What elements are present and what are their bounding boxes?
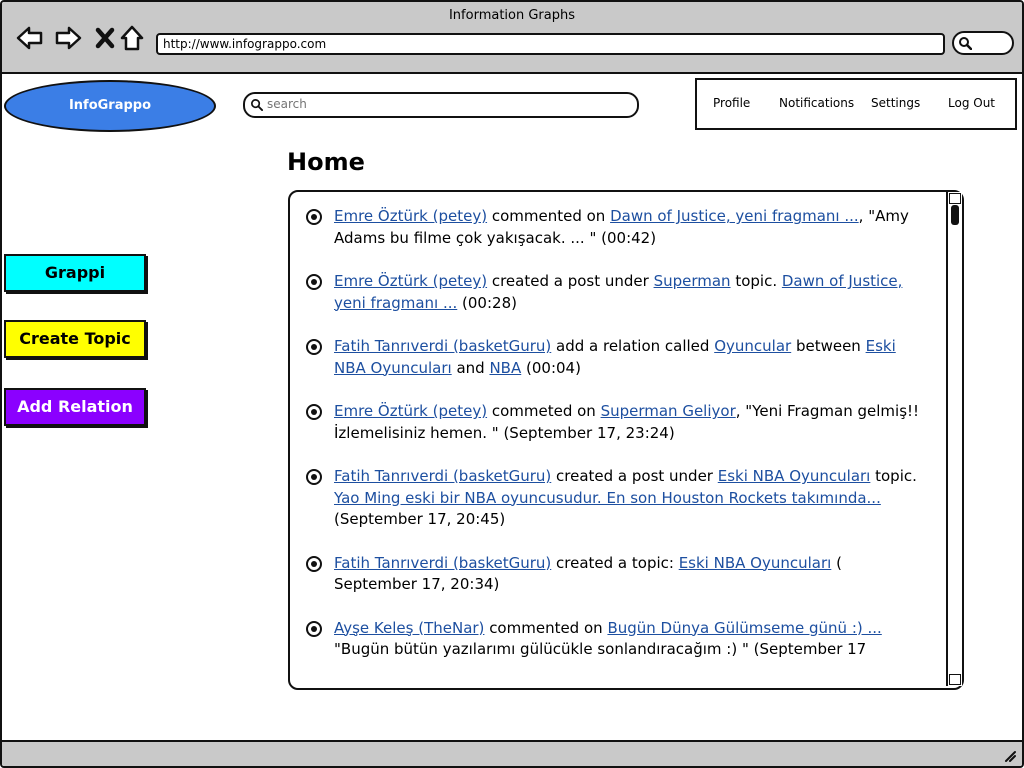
feed-text: commented on <box>484 618 608 637</box>
search-icon <box>959 37 972 50</box>
radio-bullet-icon <box>306 339 322 355</box>
feed-text: "Bugün bütün yazılarımı gülücükle sonlan… <box>334 640 867 658</box>
page-title: Home <box>287 148 365 176</box>
radio-bullet-icon <box>306 620 322 637</box>
back-arrow-icon[interactable] <box>16 24 44 52</box>
feed-scrollbar[interactable] <box>946 192 962 686</box>
search-input[interactable] <box>267 96 617 112</box>
user-menu: Profile Notifications Settings Log Out <box>695 78 1017 130</box>
browser-toolbar: Information Graphs http://www.infograppo… <box>2 2 1022 74</box>
feed-text: commeted on <box>487 402 601 420</box>
radio-bullet-icon <box>306 209 322 225</box>
feed-link[interactable]: Yao Ming eski bir NBA oyuncusudur. En so… <box>334 489 881 507</box>
address-bar[interactable]: http://www.infograppo.com <box>156 33 945 55</box>
add-relation-button[interactable]: Add Relation <box>4 388 146 426</box>
feed-text: topic. <box>730 272 782 290</box>
search-icon <box>251 99 263 111</box>
feed-item: Emre Öztürk (petey) created a post under… <box>304 271 924 314</box>
radio-bullet-icon <box>306 404 322 420</box>
feed-item: Emre Öztürk (petey) commeted on Superman… <box>304 401 924 444</box>
feed-link[interactable]: NBA <box>489 359 521 377</box>
feed-link[interactable]: Fatih Tanrıverdi (basketGuru) <box>334 554 551 572</box>
feed-text: add a relation called <box>551 337 715 355</box>
resize-grip-icon[interactable] <box>1002 748 1016 762</box>
feed-text: (00:04) <box>521 358 581 377</box>
window-title: Information Graphs <box>448 8 576 23</box>
feed-link[interactable]: Emre Öztürk (petey) <box>334 272 487 290</box>
feed-text: (00:28) <box>457 293 517 312</box>
feed-link[interactable]: Emre Öztürk (petey) <box>334 207 487 225</box>
feed-link[interactable]: Eski NBA Oyuncuları <box>718 467 871 485</box>
feed-link[interactable]: Superman <box>654 272 731 290</box>
feed-text: between <box>791 337 866 355</box>
menu-notifications[interactable]: Notifications <box>779 96 854 110</box>
scroll-down-button[interactable] <box>949 674 961 685</box>
feed-item: Fatih Tanrıverdi (basketGuru) add a rela… <box>304 336 924 379</box>
radio-bullet-icon <box>306 274 322 290</box>
feed-link[interactable]: Superman Geliyor <box>601 402 736 420</box>
menu-settings[interactable]: Settings <box>871 96 920 110</box>
activity-feed[interactable]: Emre Öztürk (petey) commented on Dawn of… <box>288 190 964 690</box>
feed-text: and <box>451 358 490 377</box>
feed-link[interactable]: Bugün Dünya Gülümseme günü :) ... <box>607 619 881 637</box>
home-icon[interactable] <box>119 24 147 52</box>
radio-bullet-icon <box>306 469 322 485</box>
feed-link[interactable]: Oyuncular <box>714 337 791 355</box>
browser-search-field[interactable] <box>952 31 1014 55</box>
menu-profile[interactable]: Profile <box>713 96 750 110</box>
radio-bullet-icon <box>306 555 322 572</box>
status-bar <box>2 740 1022 766</box>
feed-text: created a post under <box>487 272 654 290</box>
feed-text: (September 17, 20:45) <box>334 510 506 528</box>
feed-item: Fatih Tanrıverdi (basketGuru) created a … <box>304 466 924 531</box>
feed-item: Emre Öztürk (petey) commented on Dawn of… <box>304 206 924 249</box>
scroll-up-button[interactable] <box>949 193 961 204</box>
forward-arrow-icon[interactable] <box>54 24 82 52</box>
grappi-button[interactable]: Grappi <box>4 254 146 292</box>
feed-text: created a topic: <box>551 553 679 572</box>
feed-text: topic. <box>870 467 917 485</box>
logo[interactable]: InfoGrappo <box>4 80 216 132</box>
create-topic-button[interactable]: Create Topic <box>4 320 146 358</box>
feed-link[interactable]: Emre Öztürk (petey) <box>334 402 487 420</box>
feed-link[interactable]: Fatih Tanrıverdi (basketGuru) <box>334 467 551 485</box>
feed-item: Ayşe Keleş (TheNar) commented on Bugün D… <box>304 618 924 661</box>
feed-link[interactable]: Eski NBA Oyuncuları <box>679 554 832 572</box>
feed-link[interactable]: Dawn of Justice, yeni fragmanı ... <box>610 207 859 225</box>
feed-item: Fatih Tanrıverdi (basketGuru) created a … <box>304 553 924 596</box>
scroll-thumb[interactable] <box>951 205 959 225</box>
feed-list: Emre Öztürk (petey) commented on Dawn of… <box>304 206 924 683</box>
browser-window: Information Graphs http://www.infograppo… <box>0 0 1024 768</box>
feed-text: created a post under <box>551 467 718 485</box>
close-icon[interactable] <box>92 24 120 52</box>
site-search[interactable] <box>243 92 639 118</box>
menu-logout[interactable]: Log Out <box>948 96 995 110</box>
feed-text: commented on <box>487 207 611 225</box>
feed-link[interactable]: Ayşe Keleş (TheNar) <box>334 619 484 637</box>
feed-link[interactable]: Fatih Tanrıverdi (basketGuru) <box>334 337 551 355</box>
